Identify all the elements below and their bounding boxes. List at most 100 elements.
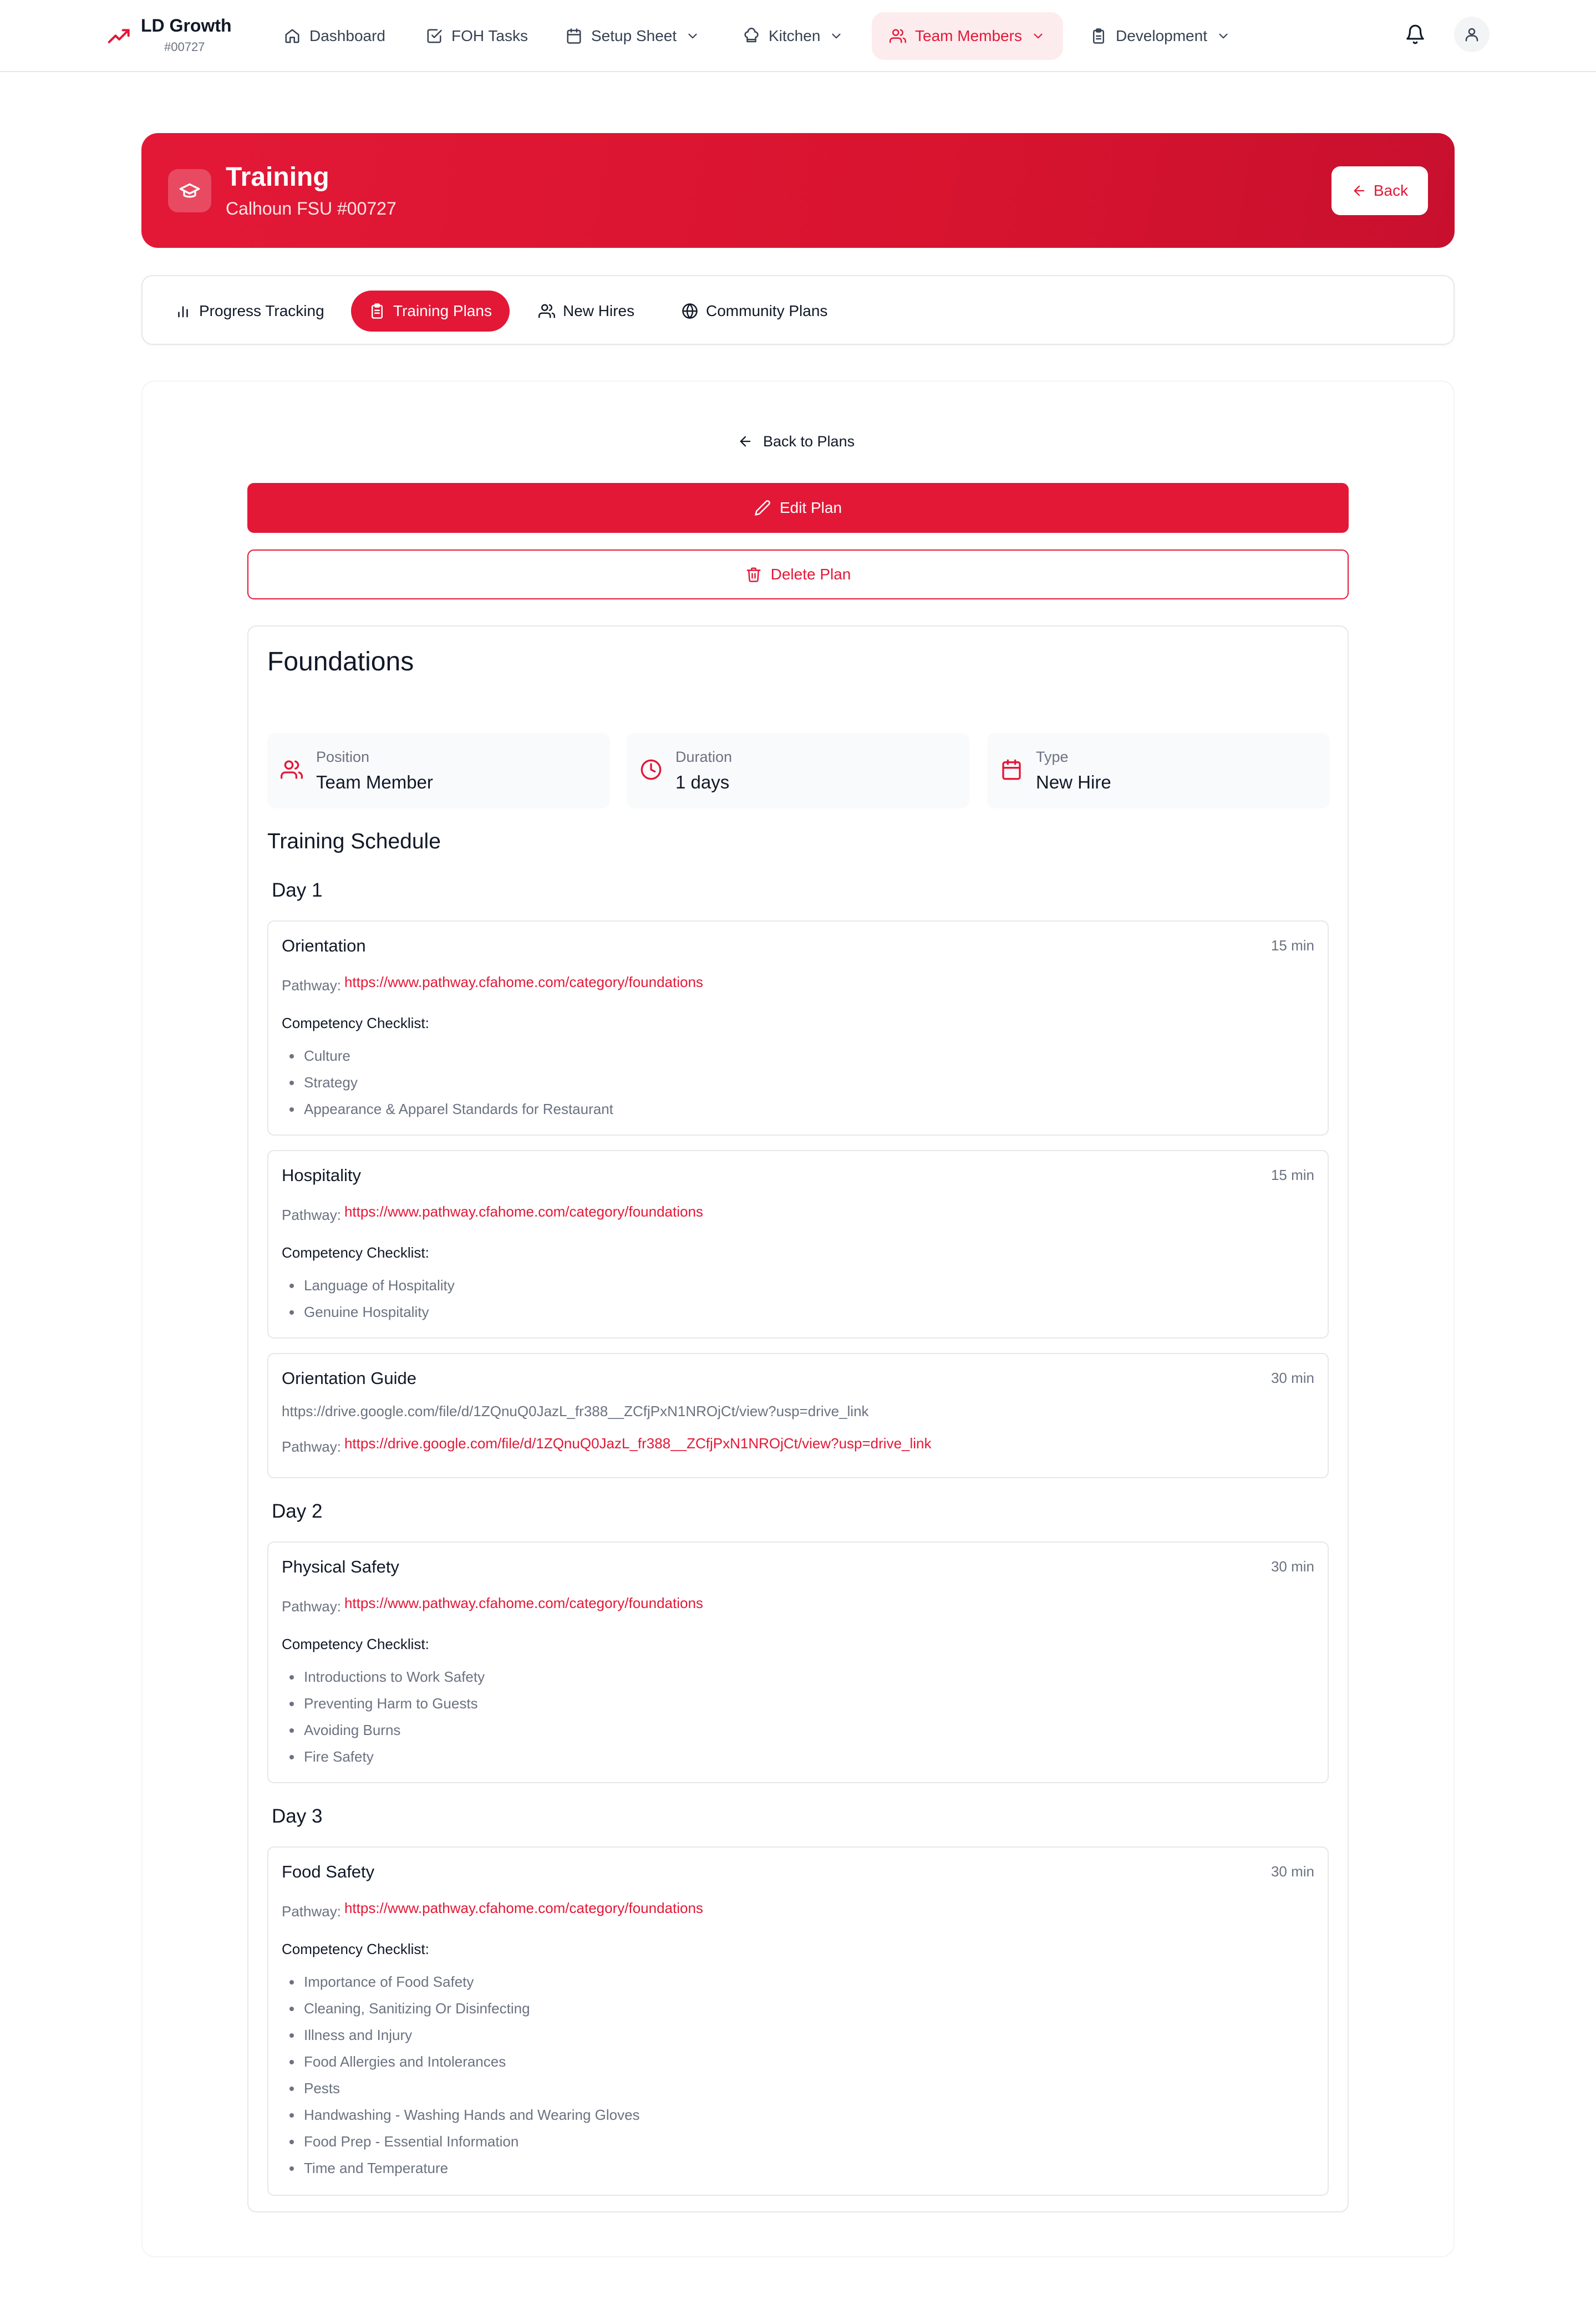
item-pathway: Pathway: https://drive.google.com/file/d/… [282,1435,932,1456]
meta-position: Position Team Member [267,733,610,808]
competency-item: Language of Hospitality [282,1272,455,1299]
back-to-plans-link[interactable]: Back to Plans [738,430,855,452]
pathway-link[interactable]: https://www.pathway.cfahome.com/category… [344,1900,703,1916]
competency-list: Language of Hospitality Genuine Hospital… [282,1272,455,1325]
back-button[interactable]: Back [1331,166,1428,215]
competency-item: Handwashing - Washing Hands and Wearing … [282,2102,640,2128]
clock-icon [641,759,662,780]
nav-kitchen[interactable]: Kitchen [743,12,843,60]
item-description: https://drive.google.com/file/d/1ZQnuQ0J… [282,1403,869,1419]
training-item: Hospitality 15 min Pathway: https://www.p… [267,1150,1329,1339]
nav-team-members[interactable]: Team Members [872,12,1063,60]
delete-plan-label: Delete Plan [770,566,851,583]
training-item: Orientation 15 min Pathway: https://www.p… [267,920,1329,1136]
page-subtitle: Calhoun FSU #00727 [226,199,397,218]
competency-list: Culture Strategy Appearance & Apparel St… [282,1042,613,1122]
delete-plan-button[interactable]: Delete Plan [247,549,1349,599]
page-title: Training [226,162,329,192]
competency-item: Illness and Injury [282,2022,640,2048]
chevron-down-icon [832,33,841,39]
tab-training-plans[interactable]: Training Plans [351,291,510,332]
pathway-link[interactable]: https://drive.google.com/file/d/1ZQnuQ0J… [344,1435,932,1452]
store-number: #00727 [164,40,205,54]
nav-dashboard[interactable]: Dashboard [284,12,385,60]
item-pathway: Pathway: https://www.pathway.cfahome.com/… [282,1595,703,1615]
competency-item: Genuine Hospitality [282,1299,455,1325]
pathway-label: Pathway: [282,977,341,994]
user-menu-button[interactable] [1454,17,1490,52]
nav-setup-sheet[interactable]: Setup Sheet [566,12,700,60]
clipboard-list-icon [372,303,383,319]
item-duration: 15 min [1270,937,1314,954]
user-icon [1465,28,1478,42]
item-duration: 30 min [1270,1863,1314,1880]
competency-label: Competency Checklist: [282,1636,429,1652]
meta-position-value: Team Member [316,772,433,792]
nav-dashboard-label: Dashboard [309,27,385,44]
tab-new-hires-label: New Hires [563,302,635,319]
competency-item: Cleaning, Sanitizing Or Disinfecting [282,1995,640,2022]
meta-duration-value: 1 days [675,772,730,792]
meta-type-value: New Hire [1036,772,1111,792]
tab-community-plans[interactable]: Community Plans [682,291,827,332]
item-duration: 30 min [1270,1370,1314,1386]
calendar-icon [1002,759,1021,780]
nav-setup-sheet-label: Setup Sheet [591,27,677,44]
trash-icon [746,567,761,582]
home-icon [285,29,299,43]
brand-name: LD Growth [141,16,232,35]
item-name: Physical Safety [282,1557,399,1576]
pathway-label: Pathway: [282,1598,341,1615]
edit-plan-button[interactable]: Edit Plan [247,483,1349,533]
pathway-label: Pathway: [282,1207,341,1223]
tab-training-plans-label: Training Plans [393,302,492,319]
competency-list: Introductions to Work Safety Preventing … [282,1663,485,1770]
back-to-plans-label: Back to Plans [763,433,855,450]
competency-item: Avoiding Burns [282,1717,485,1743]
arrow-left-icon [1354,185,1365,196]
day-heading: Day 2 [272,1500,323,1522]
pathway-label: Pathway: [282,1438,341,1455]
competency-item: Introductions to Work Safety [282,1663,485,1690]
competency-item: Food Prep - Essential Information [282,2128,640,2155]
checkbox-icon [427,29,442,43]
tab-new-hires[interactable]: New Hires [538,291,634,332]
competency-item: Fire Safety [282,1743,485,1770]
pathway-link[interactable]: https://www.pathway.cfahome.com/category… [344,1595,703,1611]
competency-item: Appearance & Apparel Standards for Resta… [282,1096,613,1122]
tab-progress-tracking[interactable]: Progress Tracking [175,291,324,332]
edit-plan-label: Edit Plan [779,499,842,516]
competency-item: Strategy [282,1069,613,1096]
pathway-link[interactable]: https://www.pathway.cfahome.com/category… [344,1203,703,1220]
chevron-down-icon [688,33,697,39]
arrow-left-icon [740,436,751,447]
pathway-link[interactable]: https://www.pathway.cfahome.com/category… [344,974,703,990]
notifications-button[interactable] [1397,17,1433,52]
chef-hat-icon [744,28,759,43]
item-duration: 30 min [1270,1558,1314,1575]
meta-duration-label: Duration [675,749,733,765]
item-name: Orientation Guide [282,1368,416,1388]
training-tabs: Progress Tracking Training Plans New Hir… [141,275,1455,345]
competency-label: Competency Checklist: [282,1015,429,1031]
plan-title: Foundations [267,647,414,676]
meta-position-label: Position [316,749,370,765]
meta-duration: Duration 1 days [627,733,969,808]
top-navbar: LD Growth #00727 Dashboard FOH Tasks Set… [0,0,1596,72]
tab-community-plans-label: Community Plans [706,302,828,319]
competency-item: Preventing Harm to Guests [282,1690,485,1717]
nav-team-members-label: Team Members [915,27,1022,44]
tab-progress-tracking-label: Progress Tracking [199,302,324,319]
competency-label: Competency Checklist: [282,1941,429,1957]
users-icon [281,760,303,779]
item-pathway: Pathway: https://www.pathway.cfahome.com/… [282,1900,703,1920]
nav-development[interactable]: Development [1090,12,1231,60]
back-button-label: Back [1373,182,1409,199]
nav-kitchen-label: Kitchen [769,27,821,44]
bell-icon [1406,24,1424,44]
competency-item: Pests [282,2075,640,2102]
nav-foh-tasks[interactable]: FOH Tasks [426,12,528,60]
pathway-label: Pathway: [282,1903,341,1920]
meta-type-label: Type [1036,749,1069,765]
item-name: Food Safety [282,1862,375,1881]
